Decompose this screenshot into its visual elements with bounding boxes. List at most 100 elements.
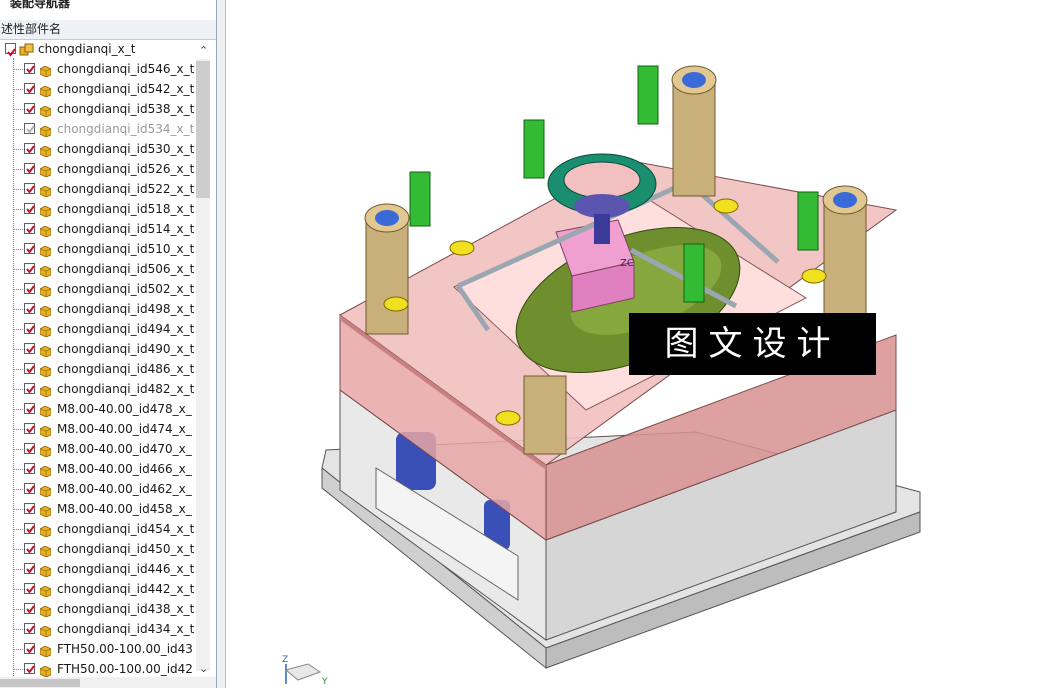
tree-item[interactable]: FTH50.00-100.00_id42	[0, 659, 200, 679]
visibility-checkbox[interactable]	[24, 283, 35, 294]
component-icon	[39, 563, 52, 578]
visibility-checkbox[interactable]	[24, 523, 35, 534]
visibility-checkbox[interactable]	[24, 643, 35, 654]
tree-item[interactable]: chongdianqi_id434_x_t	[0, 619, 200, 639]
tree-item[interactable]: M8.00-40.00_id466_x_	[0, 459, 200, 479]
visibility-checkbox[interactable]	[24, 543, 35, 554]
horizontal-scrollbar-thumb[interactable]	[0, 679, 80, 687]
scroll-down-icon[interactable]: ⌄	[199, 662, 208, 675]
visibility-checkbox[interactable]	[24, 263, 35, 274]
tree-item-label: chongdianqi_id526_x_t	[57, 162, 195, 176]
tree-item[interactable]: chongdianqi_id498_x_t	[0, 299, 200, 319]
component-icon	[39, 663, 52, 678]
visibility-checkbox[interactable]	[24, 143, 35, 154]
tree-branch-line	[13, 289, 23, 290]
tree-item[interactable]: chongdianqi_id506_x_t	[0, 259, 200, 279]
tree-item[interactable]: M8.00-40.00_id458_x_	[0, 499, 200, 519]
scroll-up-icon[interactable]: ⌃	[199, 41, 208, 61]
tree-branch-line	[13, 569, 23, 570]
visibility-checkbox[interactable]	[5, 43, 16, 57]
visibility-checkbox[interactable]	[24, 403, 35, 414]
tree-item-label: chongdianqi_id542_x_t	[57, 82, 195, 96]
tree-item[interactable]: chongdianqi_id490_x_t	[0, 339, 200, 359]
visibility-checkbox[interactable]	[24, 163, 35, 174]
tree-item[interactable]: chongdianqi_id530_x_t	[0, 139, 200, 159]
tree-item-label: chongdianqi_id434_x_t	[57, 622, 195, 636]
visibility-checkbox[interactable]	[24, 123, 35, 134]
panel-splitter[interactable]	[217, 0, 226, 688]
scrollbar-thumb[interactable]	[196, 61, 210, 198]
visibility-checkbox[interactable]	[24, 363, 35, 374]
tree-item[interactable]: M8.00-40.00_id474_x_	[0, 419, 200, 439]
tree-item-label: FTH50.00-100.00_id42	[57, 662, 193, 676]
visibility-checkbox[interactable]	[24, 103, 35, 114]
component-icon	[39, 103, 52, 118]
visibility-checkbox[interactable]	[24, 303, 35, 314]
visibility-checkbox[interactable]	[24, 603, 35, 614]
visibility-checkbox[interactable]	[24, 243, 35, 254]
column-header[interactable]: 述性部件名	[0, 20, 216, 40]
visibility-checkbox[interactable]	[24, 583, 35, 594]
tree-item[interactable]: chongdianqi_id450_x_t	[0, 539, 200, 559]
tree-item[interactable]: chongdianqi_id522_x_t	[0, 179, 200, 199]
tree-item-label: chongdianqi_id510_x_t	[57, 242, 195, 256]
visibility-checkbox[interactable]	[24, 563, 35, 574]
tree-branch-line	[13, 89, 23, 90]
tree-item[interactable]: chongdianqi_id514_x_t	[0, 219, 200, 239]
tree-branch-line	[13, 609, 23, 610]
component-icon	[39, 283, 52, 298]
tree-item[interactable]: chongdianqi_id486_x_t	[0, 359, 200, 379]
tree-item[interactable]: chongdianqi_id538_x_t	[0, 99, 200, 119]
tree-item[interactable]: chongdianqi_id494_x_t	[0, 319, 200, 339]
tree-branch-line	[13, 649, 23, 650]
tree-item[interactable]: chongdianqi_id546_x_t	[0, 59, 200, 79]
component-icon	[39, 423, 52, 438]
visibility-checkbox[interactable]	[24, 483, 35, 494]
tree-branch-line	[13, 349, 23, 350]
visibility-checkbox[interactable]	[24, 423, 35, 434]
tree-item-label: chongdianqi_id546_x_t	[57, 62, 195, 76]
tree-item[interactable]: M8.00-40.00_id478_x_	[0, 399, 200, 419]
tree-item[interactable]: chongdianqi_id534_x_t	[0, 119, 200, 139]
tree-item[interactable]: M8.00-40.00_id462_x_	[0, 479, 200, 499]
tree-branch-line	[13, 589, 23, 590]
visibility-checkbox[interactable]	[24, 203, 35, 214]
visibility-checkbox[interactable]	[24, 663, 35, 674]
visibility-checkbox[interactable]	[24, 63, 35, 74]
graphics-viewport[interactable]: ZC 图文设计	[226, 0, 1053, 688]
component-icon	[39, 603, 52, 618]
tree-item[interactable]: chongdianqi_id518_x_t	[0, 199, 200, 219]
tree-item[interactable]: chongdianqi_id482_x_t	[0, 379, 200, 399]
tree-item[interactable]: chongdianqi_id442_x_t	[0, 579, 200, 599]
visibility-checkbox[interactable]	[24, 503, 35, 514]
tree-item[interactable]: chongdianqi_id446_x_t	[0, 559, 200, 579]
visibility-checkbox[interactable]	[24, 323, 35, 334]
tree-branch-line	[13, 369, 23, 370]
visibility-checkbox[interactable]	[24, 183, 35, 194]
component-icon	[39, 163, 52, 178]
visibility-checkbox[interactable]	[24, 383, 35, 394]
visibility-checkbox[interactable]	[24, 223, 35, 234]
visibility-checkbox[interactable]	[24, 343, 35, 354]
tree-item[interactable]: chongdianqi_id502_x_t	[0, 279, 200, 299]
component-icon	[39, 243, 52, 258]
component-icon	[39, 223, 52, 238]
tree-item[interactable]: M8.00-40.00_id470_x_	[0, 439, 200, 459]
visibility-checkbox[interactable]	[24, 83, 35, 94]
tree-branch-line	[13, 249, 23, 250]
tree-root[interactable]: chongdianqi_x_t ⌃	[0, 39, 216, 59]
visibility-checkbox[interactable]	[24, 623, 35, 634]
tree-item[interactable]: chongdianqi_id542_x_t	[0, 79, 200, 99]
tree-item[interactable]: chongdianqi_id438_x_t	[0, 599, 200, 619]
tree-item[interactable]: chongdianqi_id526_x_t	[0, 159, 200, 179]
component-icon	[39, 83, 52, 98]
tree-item[interactable]: chongdianqi_id510_x_t	[0, 239, 200, 259]
tree-item-label: M8.00-40.00_id474_x_	[57, 422, 192, 436]
visibility-checkbox[interactable]	[24, 463, 35, 474]
tree-item-label: M8.00-40.00_id466_x_	[57, 462, 192, 476]
component-icon	[39, 643, 52, 658]
tree-item[interactable]: chongdianqi_id454_x_t	[0, 519, 200, 539]
visibility-checkbox[interactable]	[24, 443, 35, 454]
tree-item-label: chongdianqi_id522_x_t	[57, 182, 195, 196]
tree-item[interactable]: FTH50.00-100.00_id43	[0, 639, 200, 659]
